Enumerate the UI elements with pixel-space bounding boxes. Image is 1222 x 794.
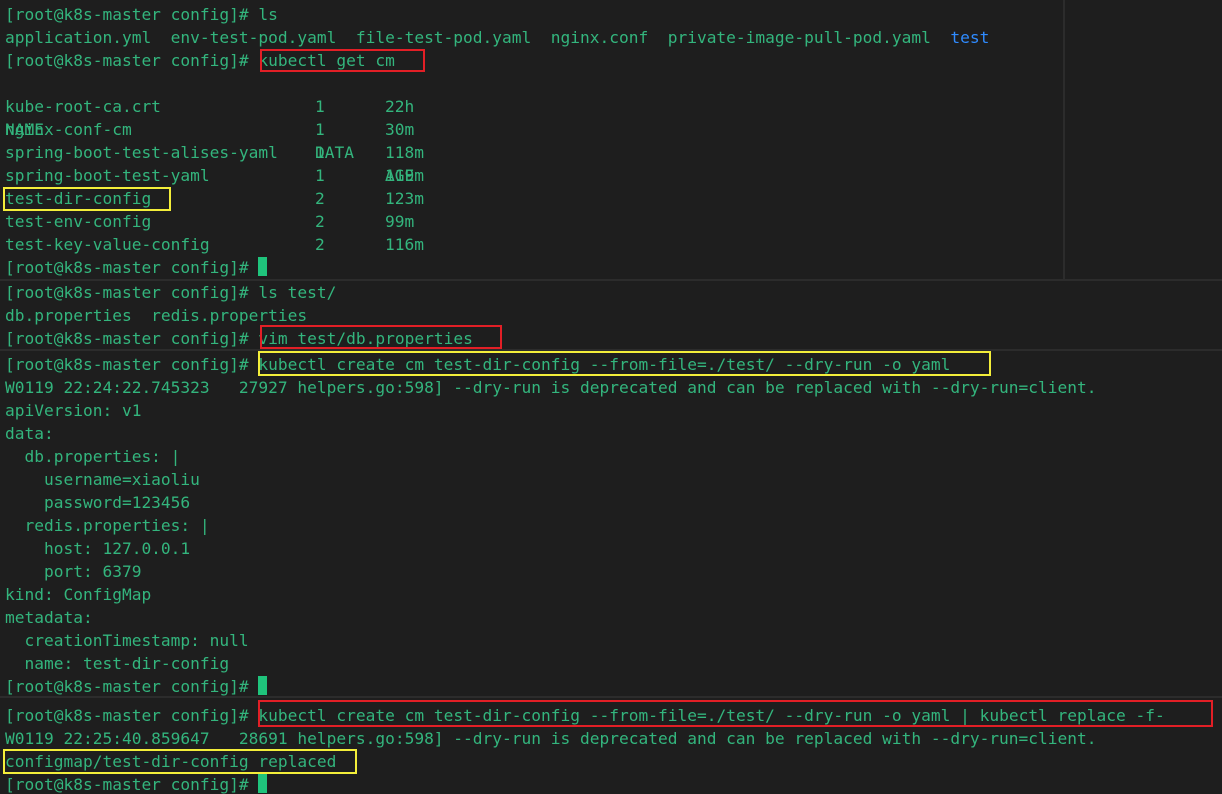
yaml-line: redis.properties: | <box>5 516 210 535</box>
file-list: application.yml env-test-pod.yaml file-t… <box>5 28 931 47</box>
terminal-pane-2[interactable]: [root@k8s-master config]# ls test/ db.pr… <box>0 281 1222 349</box>
command-line: [root@k8s-master config]# kubectl create… <box>5 704 1165 727</box>
table-cell-name: test-dir-config <box>5 189 152 208</box>
terminal-pane-3[interactable]: [root@k8s-master config]# kubectl create… <box>0 351 1222 696</box>
yaml-line: metadata: <box>5 608 93 627</box>
yaml-line: password=123456 <box>5 493 191 512</box>
table-cell-data: 1 <box>315 166 325 185</box>
pane-divider-vertical <box>1063 0 1065 279</box>
table-cell-data: 2 <box>315 235 325 254</box>
command-line: [root@k8s-master config]# <box>5 675 268 696</box>
table-cell-name: test-env-config <box>5 212 152 231</box>
yaml-line: kind: ConfigMap <box>5 585 152 604</box>
table-cell-data: 2 <box>315 212 325 231</box>
table-cell-data: 1 <box>315 120 325 139</box>
command-text: kubectl create cm test-dir-config --from… <box>258 355 951 374</box>
yaml-line: data: <box>5 424 54 443</box>
shell-prompt: [root@k8s-master config]# <box>5 283 249 302</box>
table-cell-name: nginx-conf-cm <box>5 120 132 139</box>
table-cell-data: 2 <box>315 189 325 208</box>
yaml-line: creationTimestamp: null <box>5 631 249 650</box>
table-cell-name: spring-boot-test-alises-yaml <box>5 143 278 162</box>
table-cell-name: spring-boot-test-yaml <box>5 166 210 185</box>
terminal-cursor <box>258 257 268 276</box>
shell-prompt: [root@k8s-master config]# <box>5 258 249 277</box>
table-cell-age: 22h <box>385 97 415 116</box>
table-cell-name: test-key-value-config <box>5 235 210 254</box>
warning-line: W0119 22:24:22.745323 27927 helpers.go:5… <box>5 378 1097 397</box>
table-cell-name: kube-root-ca.crt <box>5 97 161 116</box>
command-line: [root@k8s-master config]# ls test/ <box>5 281 336 304</box>
shell-prompt: [root@k8s-master config]# <box>5 329 249 348</box>
configmap-table: NAME DATA AGE kube-root-ca.crt 1 22h nginx-… <box>5 72 605 256</box>
table-cell-age: 118m <box>385 143 424 162</box>
ls-output: db.properties redis.properties <box>5 306 308 325</box>
command-line: [root@k8s-master config]# vim test/db.pr… <box>5 327 473 349</box>
shell-prompt: [root@k8s-master config]# <box>5 51 249 70</box>
terminal-cursor <box>258 676 268 695</box>
command-text: kubectl create cm test-dir-config --from… <box>258 706 1165 725</box>
table-cell-data: 1 <box>315 97 325 116</box>
shell-prompt: [root@k8s-master config]# <box>5 5 249 24</box>
command-line: [root@k8s-master config]# <box>5 256 268 279</box>
terminal-pane-bottom[interactable]: [root@k8s-master config]# kubectl create… <box>0 698 1222 794</box>
shell-prompt: [root@k8s-master config]# <box>5 677 249 696</box>
table-cell-data: 1 <box>315 143 325 162</box>
command-line: [root@k8s-master config]# kubectl get cm <box>5 49 395 72</box>
table-cell-age: 99m <box>385 212 415 231</box>
warning-line: W0119 22:25:40.859647 28691 helpers.go:5… <box>5 729 1097 748</box>
shell-prompt: [root@k8s-master config]# <box>5 355 249 374</box>
command-text: kubectl get cm <box>258 51 395 70</box>
terminal-cursor <box>258 774 268 793</box>
result-line: configmap/test-dir-config replaced <box>5 752 337 771</box>
yaml-output: apiVersion: v1 data: db.properties: | use… <box>5 399 705 675</box>
command-line: [root@k8s-master config]# <box>5 773 268 794</box>
yaml-line: username=xiaoliu <box>5 470 200 489</box>
shell-prompt: [root@k8s-master config]# <box>5 775 249 794</box>
directory-name: test <box>950 28 990 47</box>
command-line: [root@k8s-master config]# kubectl create… <box>5 353 950 376</box>
yaml-line: port: 6379 <box>5 562 142 581</box>
yaml-line: db.properties: | <box>5 447 181 466</box>
command-text: ls <box>258 5 278 24</box>
table-cell-age: 119m <box>385 166 424 185</box>
command-line: [root@k8s-master config]# ls <box>5 3 278 26</box>
command-text: vim test/db.properties <box>258 329 473 348</box>
yaml-line: host: 127.0.0.1 <box>5 539 191 558</box>
shell-prompt: [root@k8s-master config]# <box>5 706 249 725</box>
command-text: ls test/ <box>258 283 337 302</box>
table-cell-age: 116m <box>385 235 424 254</box>
table-cell-age: 123m <box>385 189 424 208</box>
table-cell-age: 30m <box>385 120 415 139</box>
yaml-line: name: test-dir-config <box>5 654 230 673</box>
yaml-line: apiVersion: v1 <box>5 401 142 420</box>
ls-output: application.yml env-test-pod.yaml file-t… <box>5 26 989 49</box>
terminal-pane-top[interactable]: [root@k8s-master config]# ls application… <box>0 0 1222 279</box>
